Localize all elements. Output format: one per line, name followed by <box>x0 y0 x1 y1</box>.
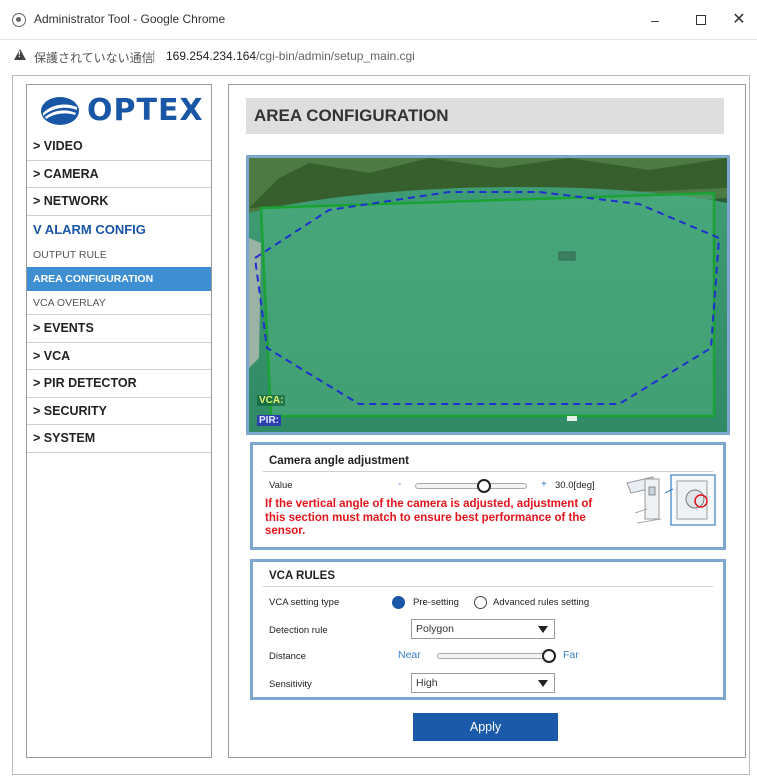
distance-label: Distance <box>269 651 306 662</box>
url-path: /cgi-bin/admin/setup_main.cgi <box>256 49 415 63</box>
sidebar-item-alarm-config[interactable]: V ALARM CONFIG <box>27 216 211 244</box>
distance-slider-thumb[interactable] <box>542 649 556 663</box>
optex-logo: OPTEX <box>39 93 209 129</box>
sidebar-item-pir-detector[interactable]: > PIR DETECTOR <box>27 370 211 398</box>
camera-angle-title: Camera angle adjustment <box>269 455 409 467</box>
presetting-label[interactable]: Pre-setting <box>413 597 459 608</box>
chevron-down-icon <box>538 626 548 633</box>
sidebar-item-events[interactable]: > EVENTS <box>27 315 211 343</box>
address-separator: | <box>152 48 156 63</box>
maximize-icon <box>696 15 706 25</box>
advanced-rules-label[interactable]: Advanced rules setting <box>493 597 589 608</box>
angle-decrease-button[interactable]: - <box>398 479 401 490</box>
vca-overlay-tag: VCA: <box>257 395 286 406</box>
sidebar-item-area-configuration[interactable]: AREA CONFIGURATION <box>27 267 211 291</box>
logo-text: OPTEX <box>87 93 204 128</box>
pir-overlay-tag: PIR: <box>257 415 281 426</box>
detection-rule-value: Polygon <box>416 623 454 635</box>
advanced-rules-radio[interactable] <box>474 596 487 609</box>
apply-button[interactable]: Apply <box>413 713 558 741</box>
angle-warning-text: If the vertical angle of the camera is a… <box>265 498 593 537</box>
sensitivity-label: Sensitivity <box>269 679 312 690</box>
angle-value: 30.0[deg] <box>555 480 595 491</box>
maximize-button[interactable] <box>686 8 716 32</box>
minimize-button[interactable]: – <box>640 8 670 32</box>
sidebar-item-output-rule[interactable]: OUTPUT RULE <box>27 243 211 267</box>
sidebar-item-security[interactable]: > SECURITY <box>27 398 211 425</box>
angle-slider-thumb[interactable] <box>477 479 492 493</box>
panel-divider <box>263 586 713 587</box>
vca-rules-title: VCA RULES <box>269 570 336 582</box>
sidebar-nav: > VIDEO > CAMERA > NETWORK V ALARM CONFI… <box>27 133 211 453</box>
optex-logo-mark-icon <box>41 97 79 125</box>
window-title: Administrator Tool - Google Chrome <box>34 12 226 26</box>
url-text[interactable]: 169.254.234.164/cgi-bin/admin/setup_main… <box>166 49 415 63</box>
address-bar[interactable]: 保護されていない通信 | 169.254.234.164/cgi-bin/adm… <box>0 40 757 72</box>
camera-preview[interactable]: VCA: PIR: <box>246 155 730 435</box>
warning-icon[interactable] <box>14 49 26 60</box>
sensitivity-value: High <box>416 677 438 689</box>
presetting-radio[interactable] <box>392 596 405 609</box>
close-button[interactable]: ✕ <box>724 8 754 32</box>
detection-rule-label: Detection rule <box>269 625 328 636</box>
distance-slider-track[interactable] <box>437 653 549 659</box>
sidebar-item-video[interactable]: > VIDEO <box>27 133 211 161</box>
url-host: 169.254.234.164 <box>166 49 257 63</box>
security-label[interactable]: 保護されていない通信 <box>34 49 154 66</box>
sidebar-item-vca[interactable]: > VCA <box>27 343 211 370</box>
detection-rule-select[interactable]: Polygon <box>411 619 555 639</box>
sidebar-item-camera[interactable]: > CAMERA <box>27 161 211 188</box>
camera-image <box>249 158 727 432</box>
angle-increase-button[interactable]: + <box>541 479 547 490</box>
sensitivity-select[interactable]: High <box>411 673 555 693</box>
distance-near-label: Near <box>398 649 421 661</box>
sidebar: OPTEX > VIDEO > CAMERA > NETWORK V ALARM… <box>26 84 212 758</box>
setting-type-label: VCA setting type <box>269 597 340 608</box>
camera-angle-panel: Camera angle adjustment Value - + 30.0[d… <box>250 442 726 550</box>
vca-rules-panel: VCA RULES VCA setting type Pre-setting A… <box>250 559 726 700</box>
camera-angle-diagram-icon <box>617 473 717 531</box>
sidebar-item-network[interactable]: > NETWORK <box>27 188 211 216</box>
window-titlebar: Administrator Tool - Google Chrome – ✕ <box>0 0 757 40</box>
sidebar-item-vca-overlay[interactable]: VCA OVERLAY <box>27 291 211 315</box>
page-title: AREA CONFIGURATION <box>246 98 724 134</box>
chrome-icon <box>12 13 26 27</box>
sidebar-item-system[interactable]: > SYSTEM <box>27 425 211 453</box>
chevron-down-icon <box>538 680 548 687</box>
angle-value-label: Value <box>269 480 293 491</box>
angle-slider-track[interactable] <box>415 483 527 489</box>
panel-divider <box>263 471 713 472</box>
distance-far-label: Far <box>563 649 579 661</box>
